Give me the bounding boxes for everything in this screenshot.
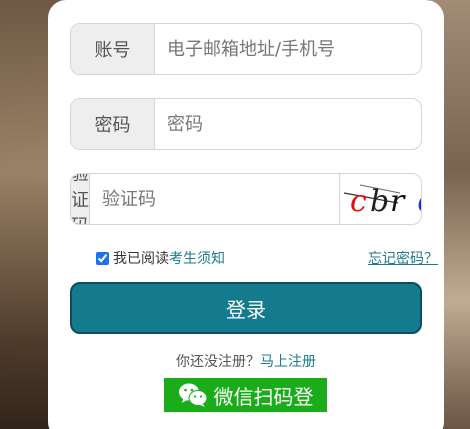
captcha-input[interactable] [90,174,339,224]
wechat-login-button[interactable]: 微信扫码登 [164,378,327,412]
password-input[interactable] [155,99,421,149]
agree-terms[interactable]: 我已阅读 考生须知 [96,248,225,268]
wechat-label: 微信扫码登 [213,384,314,409]
captcha-char: b [370,184,389,219]
account-label: 账号 [71,24,155,74]
captcha-row: 验证码 c b r d [70,173,422,225]
login-button[interactable]: 登录 [70,282,422,334]
register-link[interactable]: 马上注册 [260,354,316,370]
captcha-label: 验证码 [71,174,90,224]
wechat-icon [178,383,207,407]
captcha-char: r [390,184,406,219]
password-row: 密码 [70,98,422,150]
agree-checkbox[interactable] [96,251,109,265]
terms-link[interactable]: 考生须知 [169,248,225,268]
register-prompt: 你还没注册？马上注册 [48,351,444,371]
captcha-char: d [418,184,422,219]
captcha-image[interactable]: c b r d [339,174,422,224]
forgot-password-link[interactable]: 忘记密码？ [368,248,438,268]
login-card: 账号 密码 验证码 c b r d 我已阅读考生须知 忘记密码？ 登录 你还没注… [48,0,444,429]
account-input[interactable] [155,24,421,74]
register-prompt-text: 你还没注册？ [176,354,260,370]
account-row: 账号 [70,23,422,75]
password-label: 密码 [71,99,155,149]
agree-prefix: 我已阅读 [113,251,169,267]
captcha-char: c [350,184,367,219]
